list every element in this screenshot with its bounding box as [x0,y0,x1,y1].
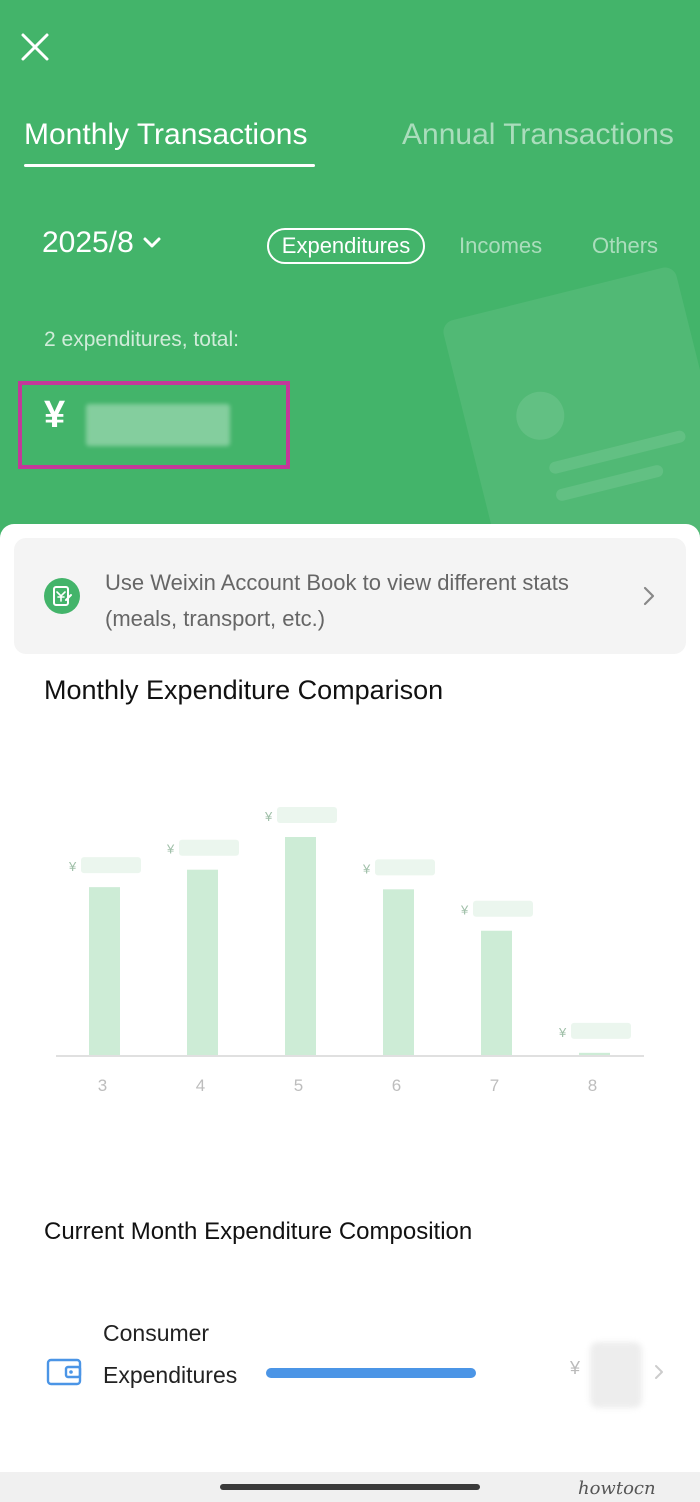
chart-value-label: ¥ [68,859,77,874]
wallet-icon [46,1358,82,1386]
close-button[interactable] [18,30,52,64]
chart-value-blur [473,900,533,917]
chart-tick-label: 5 [294,1076,303,1095]
chart-value-label: ¥ [264,809,273,824]
chart-tick-label: 7 [490,1076,499,1095]
composition-label: Consumer Expendi­tur­es [103,1320,238,1388]
composition-progress-bar [266,1368,476,1378]
chart-value-blur [179,839,239,856]
decorative-circle [511,386,570,445]
account-book-promo[interactable]: Use Weixin Account Book to view differen… [14,538,686,654]
chart-value-blur [375,859,435,876]
filter-incomes[interactable]: Incomes [459,228,542,264]
chevron-right-icon [655,1365,663,1379]
composition-progress-fill [266,1368,476,1378]
chart-bar-6[interactable] [383,889,414,1055]
chart-bar-4[interactable] [187,869,218,1055]
chart-value-blur [81,857,141,874]
bar-chart: ¥3 ¥4 ¥5 ¥6 ¥7 ¥8 [56,807,644,1095]
home-indicator[interactable] [220,1484,480,1490]
chart-value-label: ¥ [460,903,469,918]
account-book-icon [44,578,80,614]
active-tab-underline [24,164,315,167]
promo-text: Use Weixin Account Book to view differen… [105,570,569,631]
comparison-title: Monthly Expenditure Comparison [44,675,444,705]
chart-bar-8[interactable] [579,1052,610,1055]
chevron-down-icon [143,237,161,248]
chart-bar-7[interactable] [481,930,512,1055]
chart-tick-label: 3 [98,1076,107,1095]
chart-tick-label: 6 [392,1076,401,1095]
chevron-right-icon [643,586,655,606]
filter-expenditures[interactable]: Expenditures [267,228,425,264]
chart-tick-label: 8 [588,1076,597,1095]
chart-bar-5[interactable] [285,837,316,1055]
filter-others[interactable]: Others [592,228,658,264]
tab-monthly-transactions[interactable]: Monthly Transactions [24,118,307,152]
blurred-composition-amount [590,1342,642,1408]
chart-tick-label: 4 [196,1076,205,1095]
header: Monthly Transactions Annual Transactions… [0,0,700,560]
decorative-line [548,429,687,475]
chart-bar-3[interactable] [89,887,120,1055]
composition-title: Current Month Expenditure Composition [44,1218,473,1245]
tab-annual-transactions[interactable]: Annual Transactions [402,118,674,152]
monthly-expenditure-chart: ¥3 ¥4 ¥5 ¥6 ¥7 ¥8 [0,794,700,1114]
month-selector[interactable]: 2025/8 [42,226,162,260]
chart-value-blur [277,807,337,823]
content-sheet: Use Weixin Account Book to view differen… [0,524,700,1502]
chart-value-label: ¥ [362,861,371,876]
chart-value-blur [571,1022,631,1039]
composition-row[interactable]: Consumer Expendi­tur­es ¥ [0,1312,700,1432]
close-icon [21,33,49,61]
total-currency-symbol: ¥ [44,394,66,436]
expenditure-summary: 2 expenditures, total: [44,328,239,351]
blurred-total-amount [86,404,230,446]
chart-value-label: ¥ [558,1025,567,1040]
watermark-text: howtocn [578,1478,656,1499]
month-value: 2025/8 [42,226,134,259]
chart-value-label: ¥ [166,842,175,857]
composition-currency: ¥ [570,1358,581,1378]
decorative-card-illustration [440,264,700,560]
